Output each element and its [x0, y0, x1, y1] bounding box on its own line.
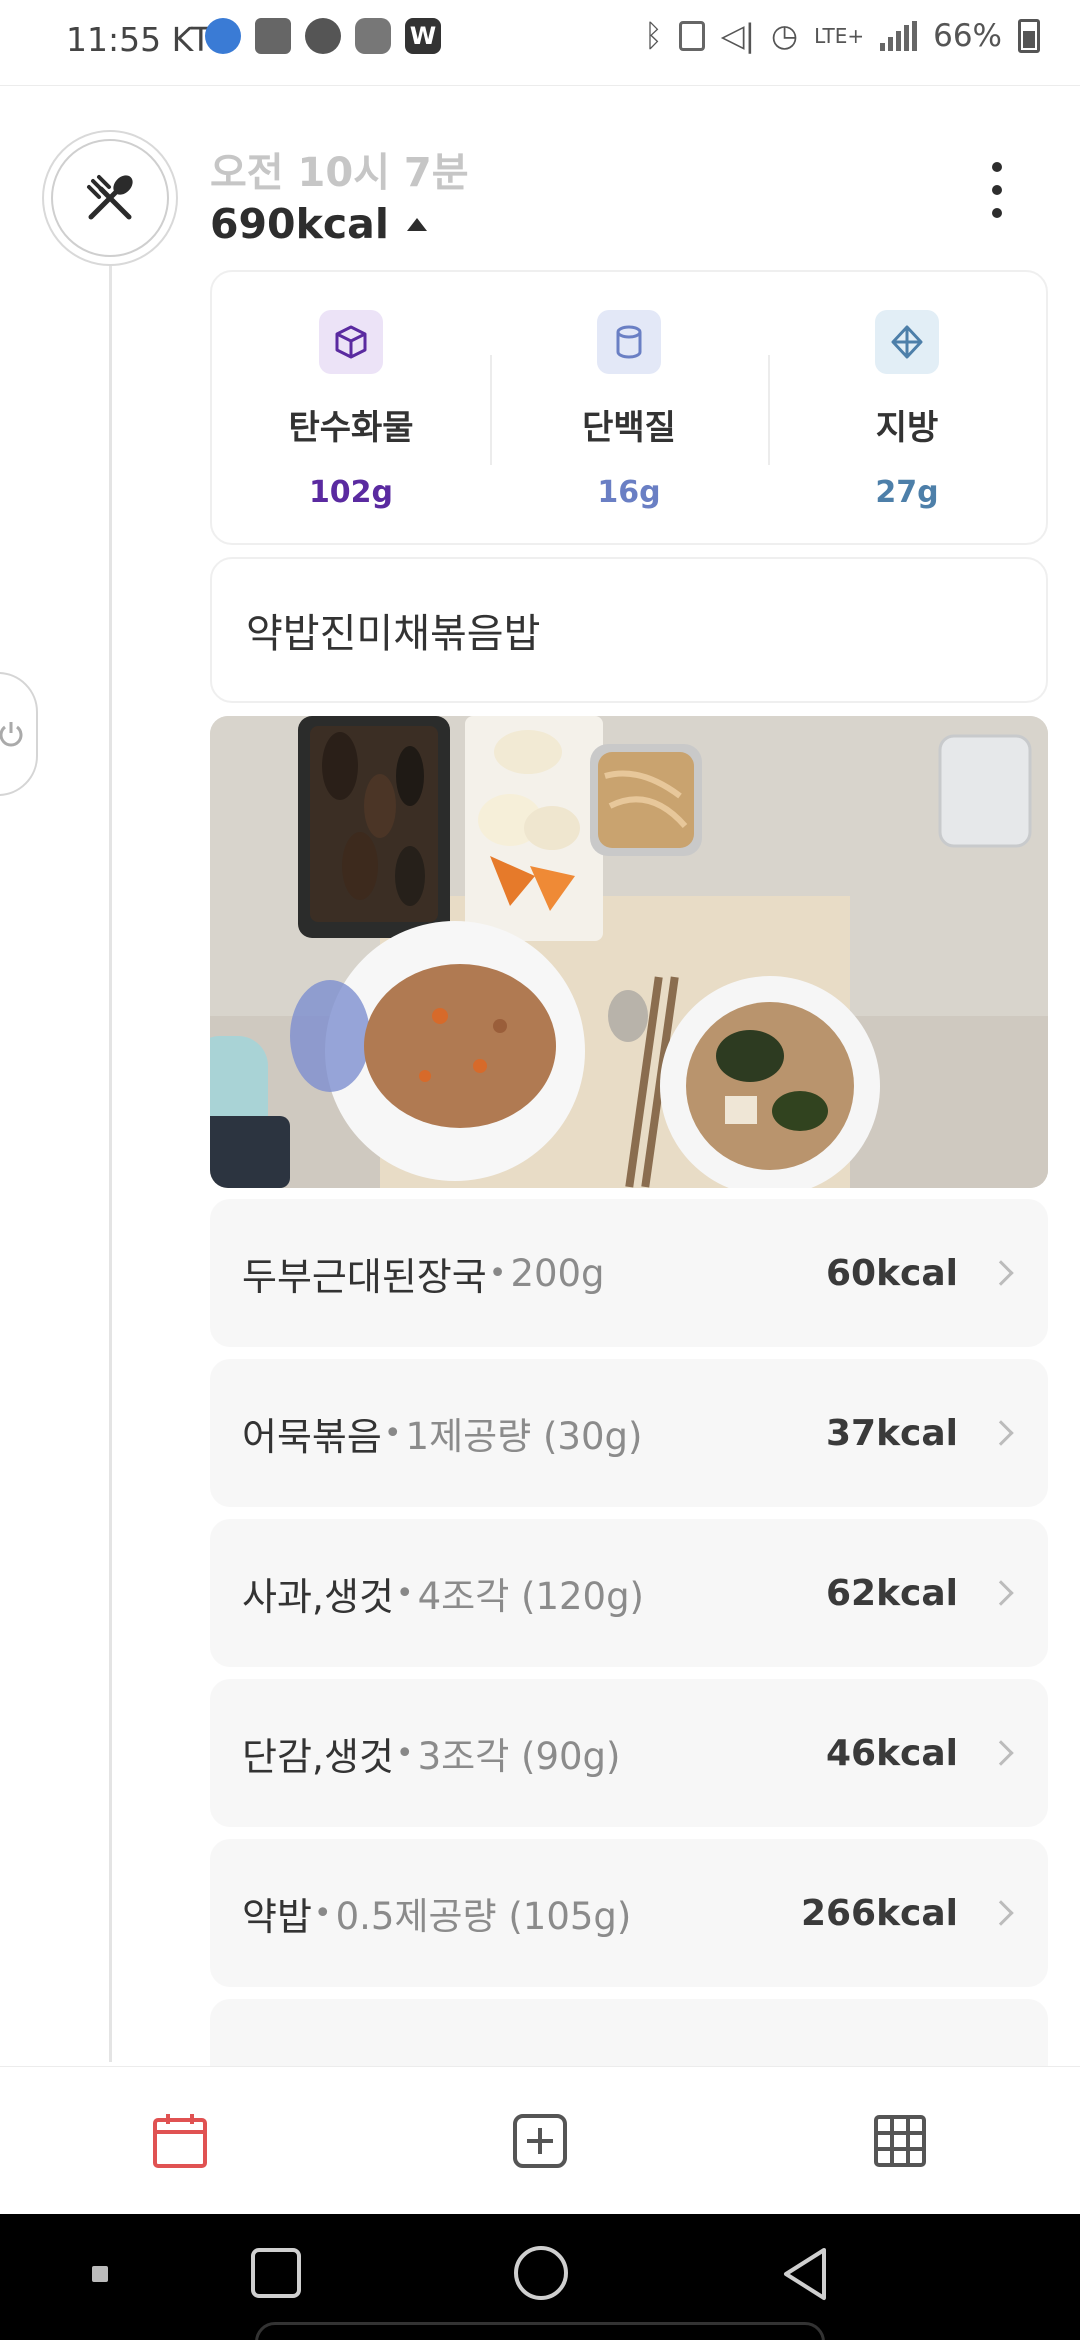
diamond-icon	[875, 310, 939, 374]
gesture-pill	[255, 2322, 825, 2340]
link-icon	[355, 18, 391, 54]
grid-icon	[874, 2114, 926, 2167]
meal-badge	[42, 130, 178, 266]
chevron-right-icon	[988, 1740, 1014, 1766]
signal-icon	[880, 21, 918, 51]
accessibility-dot-icon[interactable]	[92, 2266, 108, 2282]
system-nav-bar	[0, 2214, 1080, 2340]
more-options-button[interactable]	[982, 162, 1012, 218]
cube-icon	[319, 310, 383, 374]
nav-grid[interactable]	[720, 2067, 1080, 2214]
macro-carbs: 탄수화물 102g	[212, 272, 490, 543]
food-kcal: 60kcal	[825, 1252, 958, 1294]
recent-apps-button[interactable]	[251, 2248, 301, 2298]
macro-name: 탄수화물	[288, 408, 414, 448]
home-button[interactable]	[514, 2246, 568, 2300]
food-separator: •	[488, 1255, 507, 1291]
food-portion: 4조각 (120g)	[417, 1575, 644, 1618]
food-list: 두부근대된장국 • 200g 60kcal 어묵볶음 • 1제공량 (30g) …	[210, 1199, 1048, 2159]
list-item[interactable]: 단감,생것 • 3조각 (90g) 46kcal	[210, 1679, 1048, 1827]
macro-value: 16g	[597, 475, 661, 510]
add-square-icon	[513, 2113, 567, 2168]
battery-icon	[1018, 19, 1040, 53]
cloud-icon	[305, 18, 341, 54]
chevron-right-icon	[988, 1420, 1014, 1446]
list-item[interactable]: 약밥 • 0.5제공량 (105g) 266kcal	[210, 1839, 1048, 1987]
chevron-right-icon	[988, 1580, 1014, 1606]
back-button[interactable]	[780, 2246, 830, 2302]
macro-name: 지방	[875, 408, 939, 448]
chevron-right-icon	[988, 1260, 1014, 1286]
meal-title-card[interactable]: 약밥진미채볶음밥	[210, 557, 1048, 703]
status-bar: 11:55 KT W ᛒ ◁| ◷ LTE+ 66%	[0, 0, 1080, 86]
cylinder-icon	[597, 310, 661, 374]
food-name: 두부근대된장국	[242, 1254, 487, 1299]
battery-level: 66%	[933, 18, 1002, 54]
bottom-nav	[0, 2066, 1080, 2214]
macro-fat: 지방 27g	[768, 272, 1046, 543]
food-kcal: 37kcal	[825, 1412, 958, 1454]
food-portion: 200g	[510, 1251, 605, 1295]
food-kcal: 266kcal	[800, 1892, 958, 1934]
food-kcal: 62kcal	[825, 1572, 958, 1614]
caret-up-icon	[406, 217, 427, 231]
list-item[interactable]: 두부근대된장국 • 200g 60kcal	[210, 1199, 1048, 1347]
meal-title: 약밥진미채볶음밥	[246, 611, 541, 657]
fork-spoon-icon	[87, 175, 133, 220]
food-name: 어묵볶음	[242, 1414, 382, 1459]
food-name: 단감,생것	[242, 1734, 394, 1779]
calendar-icon	[153, 2113, 207, 2168]
chevron-right-icon	[988, 1900, 1014, 1926]
meal-total-kcal[interactable]: 690kcal	[210, 200, 427, 248]
system-icons: ᛒ ◁| ◷ LTE+ 66%	[644, 18, 1040, 54]
app-notification-icon	[255, 18, 291, 54]
notification-icons: W	[205, 18, 441, 54]
food-name: 약밥	[242, 1894, 312, 1939]
food-separator: •	[395, 1575, 414, 1611]
food-kcal: 46kcal	[825, 1732, 958, 1774]
vibrate-icon: ◁|	[720, 18, 756, 54]
status-time: 11:55 KT	[66, 20, 211, 59]
nfc-icon	[678, 21, 705, 51]
side-panel-handle[interactable]	[0, 672, 38, 796]
food-separator: •	[313, 1895, 332, 1931]
meal-time: 오전 10시 7분	[210, 150, 469, 196]
food-portion: 1제공량 (30g)	[405, 1415, 643, 1458]
macro-summary-card: 탄수화물 102g 단백질 16g 지방 27g	[210, 270, 1048, 545]
nav-calendar[interactable]	[0, 2067, 360, 2214]
macro-value: 102g	[308, 475, 394, 510]
bluetooth-icon: ᛒ	[644, 18, 663, 54]
macro-name: 단백질	[582, 408, 676, 448]
macro-protein: 단백질 16g	[490, 272, 768, 543]
food-portion: 3조각 (90g)	[417, 1735, 621, 1778]
list-item[interactable]: 사과,생것 • 4조각 (120g) 62kcal	[210, 1519, 1048, 1667]
list-item[interactable]: 어묵볶음 • 1제공량 (30g) 37kcal	[210, 1359, 1048, 1507]
w-app-icon: W	[405, 18, 441, 54]
macro-value: 27g	[875, 475, 939, 510]
food-name: 사과,생것	[242, 1574, 394, 1619]
food-separator: •	[395, 1735, 414, 1771]
meal-photo[interactable]	[210, 716, 1048, 1188]
alarm-icon: ◷	[771, 18, 799, 54]
power-icon	[0, 722, 23, 747]
timeline-line	[109, 262, 112, 2062]
food-portion: 0.5제공량 (105g)	[335, 1895, 632, 1938]
nav-add[interactable]	[360, 2067, 720, 2214]
network-type: LTE+	[814, 24, 865, 48]
location-icon	[205, 18, 241, 54]
food-separator: •	[383, 1415, 402, 1451]
